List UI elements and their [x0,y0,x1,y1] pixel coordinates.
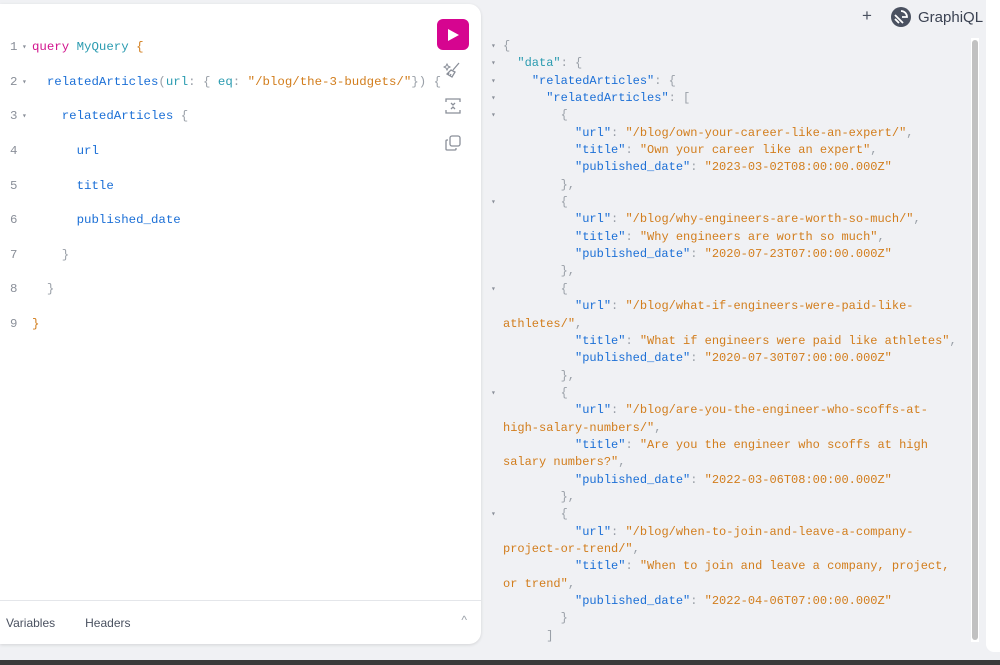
result-line: } [560,611,568,626]
result-line: "title": "Why engineers are worth so muc… [575,229,885,244]
result-line: "title": "Are you the engineer who scoff… [503,437,936,470]
result-line: ▾ "data": { [491,55,961,72]
scrollbar-thumb[interactable] [972,40,978,640]
result-line: ] [546,628,554,643]
fold-arrow-icon[interactable]: ▾ [491,55,501,72]
result-line: }, [560,368,576,383]
code-line: 9} [10,317,40,332]
fold-arrow-icon[interactable]: ▾ [22,39,32,56]
code-line: 4 url [10,144,99,159]
query-editor-panel: 1 ▾ query MyQuery { 2 ▾ relatedArticles(url… [0,4,481,644]
result-line: ▾ { [491,107,961,124]
fold-arrow-icon[interactable]: ▾ [491,506,501,523]
tab-variables[interactable]: Variables [6,616,55,630]
result-line: }, [560,264,576,279]
results-scrollbar[interactable] [971,38,979,642]
graphiql-logo: GraphiQL [890,6,983,28]
merge-fragments-button[interactable] [443,96,463,116]
background-window-strip [0,660,1000,665]
code-line: 5 title [10,178,114,193]
result-line: "url": "/blog/what-if-engineers-were-pai… [503,299,914,331]
result-line: ▾{ [491,38,961,55]
result-line: "published_date": "2022-04-06T07:00:00.0… [575,594,892,608]
result-line: ▾ "relatedArticles": { [491,73,961,90]
fold-arrow-icon[interactable]: ▾ [491,385,501,402]
fold-arrow-icon[interactable]: ▾ [491,38,501,55]
result-line: ▾ { [491,194,961,211]
tab-headers[interactable]: Headers [85,616,130,630]
result-line: "published_date": "2020-07-30T07:00:00.0… [575,351,892,366]
result-line: "title": "Own your career like an expert… [575,143,878,158]
copy-query-button[interactable] [443,133,463,153]
gatsby-logo-icon [891,7,911,27]
editor-footer: Variables Headers ^ [0,600,481,644]
window-edge [986,0,1000,652]
code-line: 8 } [10,282,55,297]
result-line: ▾ { [491,385,961,402]
result-line: } [491,645,961,646]
result-line: "title": "When to join and leave a compa… [503,559,957,591]
result-line: "published_date": "2022-03-06T08:00:00.0… [575,472,892,487]
fold-arrow-icon[interactable]: ▾ [491,107,501,124]
result-line: "published_date": "2023-03-02T08:00:00.0… [575,160,892,175]
code-line: 7 } [10,247,70,262]
copy-icon [445,135,461,151]
code-line: 6 published_date [10,213,181,228]
fold-arrow-icon[interactable]: ▾ [22,108,32,125]
result-line: "url": "/blog/own-your-career-like-an-ex… [575,125,914,140]
merge-icon [445,98,461,114]
result-line: }, [560,177,576,192]
magic-broom-icon [442,62,460,78]
results-viewer[interactable]: ▾{▾ "data": {▾ "relatedArticles": {▾ "re… [491,38,966,646]
fold-arrow-icon[interactable]: ▾ [491,281,501,298]
query-editor[interactable]: 1 ▾ query MyQuery { 2 ▾ relatedArticles(url… [10,22,441,368]
code-line: 1 ▾ query MyQuery { [10,39,441,56]
code-line: 2 ▾ relatedArticles(url: { eq: "/blog/the… [10,74,441,91]
result-line: ▾ "relatedArticles": [ [491,90,961,107]
result-line: }, [560,489,576,504]
result-line: "url": "/blog/are-you-the-engineer-who-s… [503,403,928,435]
add-tab-button[interactable]: + [862,6,872,26]
fold-arrow-icon[interactable]: ▾ [491,73,501,90]
chevron-up-icon[interactable]: ^ [461,613,467,627]
fold-arrow-icon[interactable]: ▾ [22,74,32,91]
result-line: "published_date": "2020-07-23T07:00:00.0… [575,247,892,262]
fold-arrow-icon[interactable]: ▾ [491,194,501,211]
prettify-button[interactable] [442,60,463,80]
play-icon [448,28,459,41]
run-query-button[interactable] [437,19,469,50]
fold-arrow-icon[interactable]: ▾ [491,90,501,107]
result-line: ▾ { [491,281,961,298]
result-line: ▾ { [491,506,961,523]
code-line: 3 ▾ relatedArticles { [10,108,441,125]
result-line: "title": "What if engineers were paid li… [575,333,957,348]
result-line: "url": "/blog/when-to-join-and-leave-a-c… [503,524,914,556]
result-line: "url": "/blog/why-engineers-are-worth-so… [575,212,921,227]
